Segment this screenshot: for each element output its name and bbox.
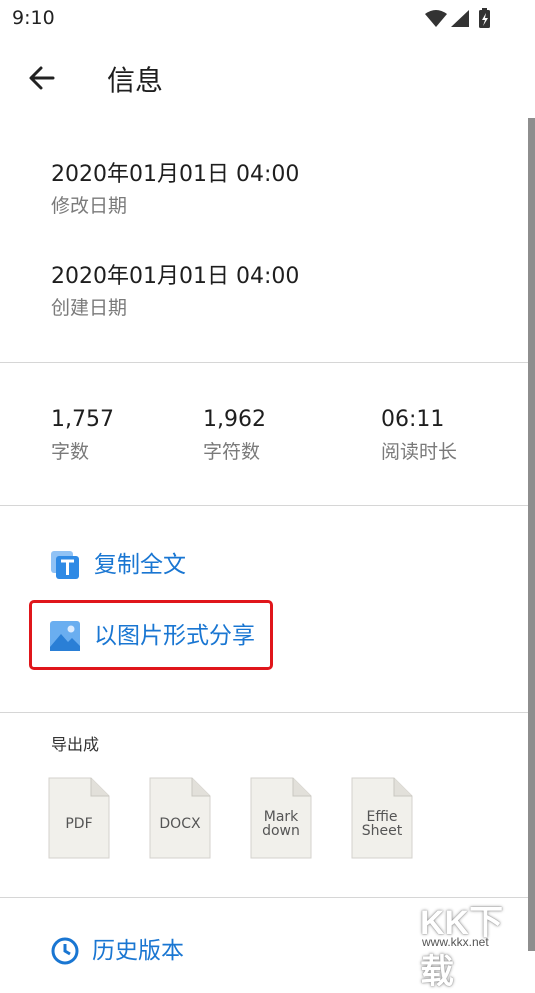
divider (0, 712, 528, 713)
divider (0, 505, 528, 506)
divider (0, 362, 528, 363)
copy-text-icon (51, 551, 79, 579)
char-count-label: 字符数 (203, 441, 261, 463)
export-markdown-button[interactable]: Mark down (250, 777, 312, 859)
back-button[interactable] (24, 60, 60, 96)
word-count-stat: 1,757 字数 (51, 405, 114, 465)
char-count-value: 1,962 (203, 407, 266, 432)
battery-icon (479, 8, 490, 28)
signal-icon (451, 10, 469, 27)
history-versions-button[interactable]: 历史版本 (50, 936, 184, 966)
app-bar: 信息 (0, 38, 535, 118)
export-pdf-button[interactable]: PDF (48, 777, 110, 859)
export-docx-label: DOCX (159, 816, 201, 832)
modified-date-label: 修改日期 (51, 195, 128, 217)
history-versions-label: 历史版本 (92, 938, 184, 964)
copy-all-button[interactable]: 复制全文 (50, 550, 186, 580)
export-markdown-label-line1: Mark (263, 809, 299, 825)
export-docx-button[interactable]: DOCX (149, 777, 211, 859)
export-pdf-label: PDF (65, 816, 93, 832)
share-as-image-button[interactable]: 以图片形式分享 (50, 621, 255, 651)
status-time: 9:10 (12, 7, 55, 29)
export-effie-sheet-label-line1: Effie (366, 809, 398, 825)
export-section-title: 导出成 (51, 735, 100, 754)
image-icon (50, 621, 80, 651)
created-date-label: 创建日期 (51, 297, 128, 319)
status-bar: 9:10 (0, 0, 535, 38)
reading-time-stat: 06:11 阅读时长 (381, 405, 457, 465)
word-count-value: 1,757 (51, 407, 114, 432)
export-markdown-label-line2: down (262, 823, 300, 839)
reading-time-value: 06:11 (381, 407, 445, 432)
wifi-icon (425, 10, 447, 27)
export-effie-sheet-button[interactable]: Effie Sheet (351, 777, 413, 859)
status-icons (425, 8, 495, 28)
export-effie-sheet-label-line2: Sheet (361, 823, 403, 839)
modified-date-block: 2020年01月01日 04:00 修改日期 (51, 161, 299, 219)
clock-icon (51, 937, 79, 965)
scrollbar[interactable] (528, 118, 535, 951)
modified-date-value: 2020年01月01日 04:00 (51, 162, 300, 187)
arrow-left-icon (29, 66, 55, 90)
watermark-url: www.kkx.net (422, 935, 489, 949)
reading-time-label: 阅读时长 (381, 441, 458, 463)
created-date-value: 2020年01月01日 04:00 (51, 264, 300, 289)
char-count-stat: 1,962 字符数 (203, 405, 266, 465)
page-title: 信息 (107, 64, 164, 97)
copy-all-label: 复制全文 (94, 552, 186, 578)
created-date-block: 2020年01月01日 04:00 创建日期 (51, 263, 299, 321)
watermark-logo: KK下载 www.kkx.net (412, 893, 535, 991)
word-count-label: 字数 (51, 441, 90, 463)
share-as-image-label: 以图片形式分享 (94, 623, 255, 649)
